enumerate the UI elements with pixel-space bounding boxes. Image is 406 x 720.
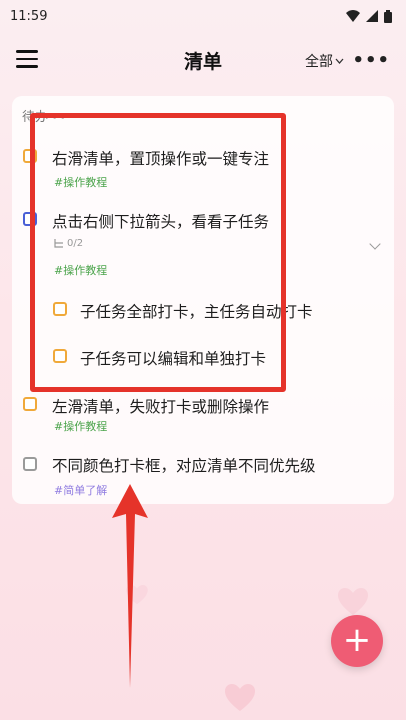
wifi-icon bbox=[346, 10, 360, 22]
heart-icon bbox=[225, 684, 255, 711]
app-header: 清单 全部 ••• bbox=[0, 40, 406, 80]
section-dots: • • bbox=[52, 114, 66, 124]
task-text: 左滑清单，失败打卡或删除操作 bbox=[52, 398, 270, 416]
subtask-icon bbox=[54, 239, 63, 248]
task-list-card: 待办 • • 右滑清单，置顶操作或一键专注 #操作教程 点击右侧下拉箭头，看看子任… bbox=[12, 96, 394, 504]
section-title: 待办 bbox=[22, 110, 49, 125]
task-checkbox[interactable] bbox=[23, 212, 37, 226]
subtask-text: 子任务全部打卡，主任务自动打卡 bbox=[80, 303, 313, 321]
task-text: 不同颜色打卡框，对应清单不同优先级 bbox=[52, 457, 316, 475]
status-icons bbox=[346, 9, 392, 23]
plus-icon: + bbox=[342, 620, 372, 660]
task-tag[interactable]: #简单了解 bbox=[54, 482, 107, 498]
task-tag[interactable]: #操作教程 bbox=[54, 418, 107, 434]
chevron-down-icon[interactable] bbox=[369, 238, 381, 250]
battery-icon bbox=[384, 9, 392, 23]
subtask-item[interactable]: 子任务全部打卡，主任务自动打卡 bbox=[12, 296, 394, 326]
task-checkbox[interactable] bbox=[23, 397, 37, 411]
page-title: 清单 bbox=[183, 50, 222, 73]
more-button[interactable]: ••• bbox=[352, 50, 390, 71]
subtask-checkbox[interactable] bbox=[53, 302, 67, 316]
task-text: 点击右侧下拉箭头，看看子任务 bbox=[52, 213, 270, 231]
status-bar: 11:59 bbox=[0, 0, 406, 32]
heart-icon bbox=[126, 585, 148, 605]
subtask-text: 子任务可以编辑和单独打卡 bbox=[80, 350, 267, 368]
menu-icon[interactable] bbox=[16, 50, 38, 70]
chevron-down-icon bbox=[335, 58, 344, 64]
subtask-checkbox[interactable] bbox=[53, 349, 67, 363]
subtask-item[interactable]: 子任务可以编辑和单独打卡 bbox=[12, 344, 394, 374]
task-tag[interactable]: #操作教程 bbox=[54, 262, 107, 278]
task-item[interactable]: 点击右侧下拉箭头，看看子任务 0/2 #操作教程 bbox=[12, 206, 394, 280]
task-checkbox[interactable] bbox=[23, 149, 37, 163]
signal-icon bbox=[366, 10, 378, 22]
subtask-count-text: 0/2 bbox=[67, 238, 84, 249]
task-checkbox[interactable] bbox=[23, 457, 37, 471]
status-time: 11:59 bbox=[10, 8, 48, 24]
section-label: 待办 • • bbox=[22, 106, 66, 125]
task-item[interactable]: 右滑清单，置顶操作或一键专注 #操作教程 bbox=[12, 144, 394, 196]
task-item[interactable]: 不同颜色打卡框，对应清单不同优先级 #简单了解 bbox=[12, 454, 394, 498]
arrow-up-icon bbox=[112, 484, 148, 688]
heart-icon bbox=[338, 588, 368, 615]
task-item[interactable]: 左滑清单，失败打卡或删除操作 #操作教程 bbox=[12, 392, 394, 436]
task-tag[interactable]: #操作教程 bbox=[54, 174, 107, 190]
filter-label: 全部 bbox=[305, 54, 333, 70]
task-text: 右滑清单，置顶操作或一键专注 bbox=[52, 150, 270, 168]
add-task-button[interactable]: + bbox=[331, 615, 383, 667]
filter-dropdown[interactable]: 全部 bbox=[305, 51, 344, 71]
subtask-count: 0/2 bbox=[54, 238, 83, 249]
